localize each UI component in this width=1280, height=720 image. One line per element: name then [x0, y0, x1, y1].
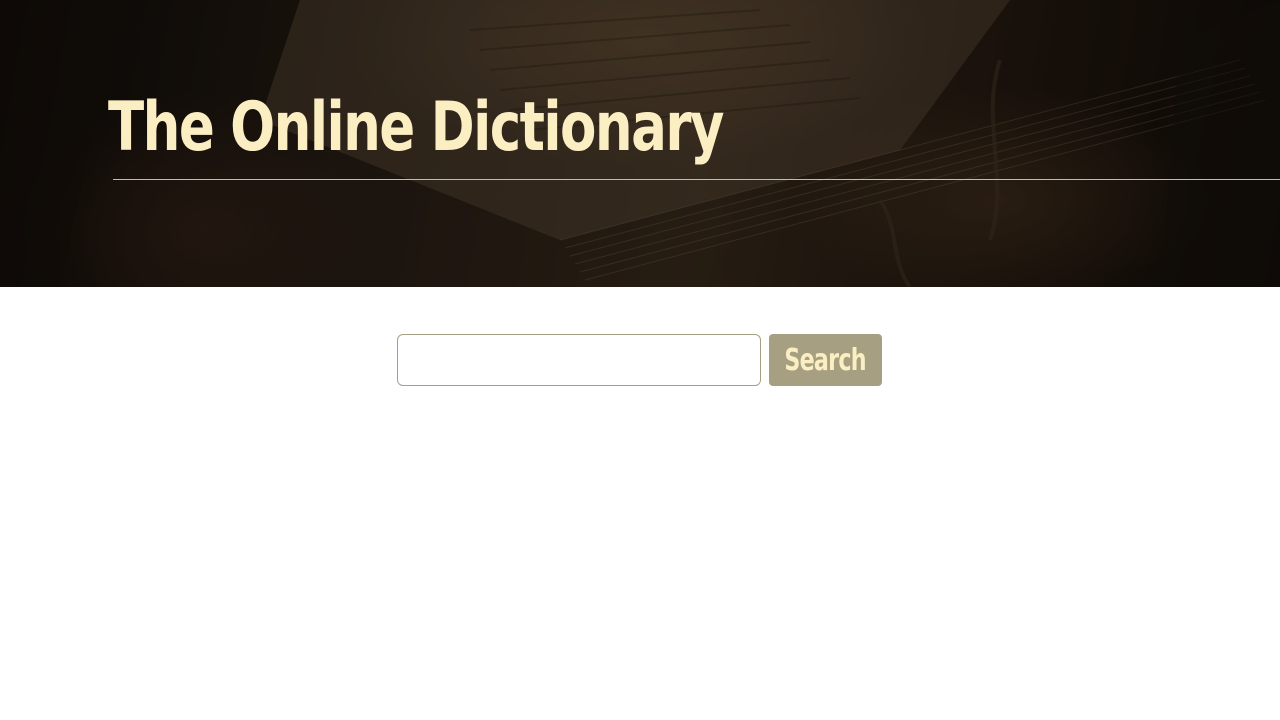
site-title: The Online Dictionary [108, 88, 725, 167]
search-button[interactable]: Search [769, 334, 882, 386]
search-button-label: Search [784, 342, 867, 378]
search-form: Search [397, 334, 882, 386]
search-input[interactable] [397, 334, 761, 386]
header-banner: The Online Dictionary [0, 0, 1280, 287]
title-divider [113, 179, 1280, 180]
